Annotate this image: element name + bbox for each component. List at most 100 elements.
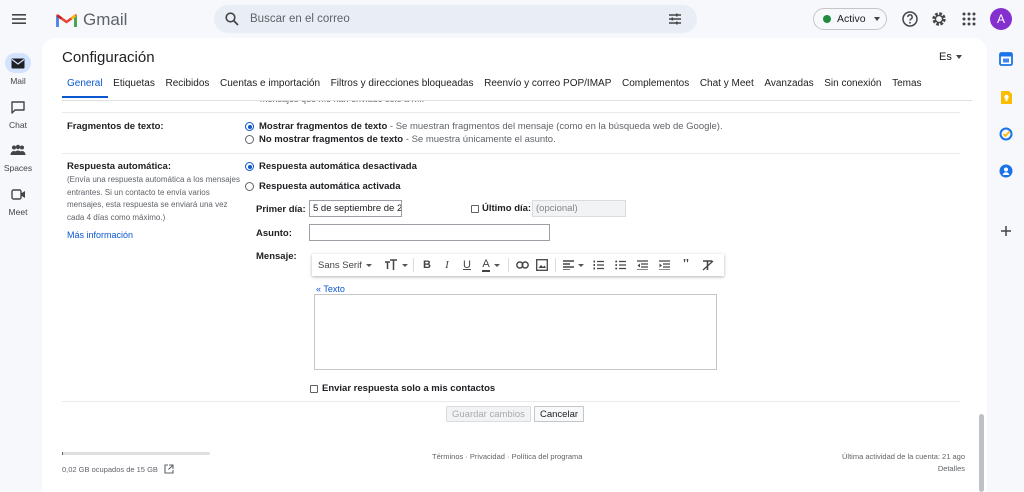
- bulleted-list-button[interactable]: [609, 254, 631, 276]
- italic-button[interactable]: I: [437, 254, 457, 276]
- autoreply-off-option[interactable]: Respuesta automática desactivada: [245, 161, 417, 172]
- tab-etiquetas[interactable]: Etiquetas: [108, 78, 160, 98]
- font-size-button[interactable]: [382, 254, 410, 276]
- snippets-hide-radio[interactable]: [245, 135, 254, 144]
- autoreply-on-option[interactable]: Respuesta automática activada: [245, 181, 401, 192]
- tasks-button[interactable]: [997, 125, 1015, 143]
- subject-label: Asunto:: [256, 228, 292, 239]
- tab-recibidos[interactable]: Recibidos: [160, 78, 215, 98]
- contacts-button[interactable]: [997, 162, 1015, 180]
- menu-icon: [12, 14, 26, 24]
- subject-input[interactable]: [309, 224, 550, 241]
- indent-more-icon: [658, 260, 670, 270]
- bold-button[interactable]: B: [417, 254, 437, 276]
- align-button[interactable]: [559, 254, 587, 276]
- contacts-icon: [999, 164, 1013, 178]
- footer-links[interactable]: Términos · Privacidad · Política del pro…: [432, 452, 582, 461]
- first-day-input[interactable]: 5 de septiembre de 2: [309, 200, 402, 217]
- app-name: Gmail: [83, 10, 128, 29]
- link-button[interactable]: [512, 254, 532, 276]
- indent-more-button[interactable]: [653, 254, 675, 276]
- storage-bar: [62, 452, 210, 455]
- rail-item-spaces[interactable]: Spaces: [0, 140, 36, 173]
- first-day-label: Primer día:: [256, 204, 306, 215]
- calendar-button[interactable]: [997, 50, 1015, 68]
- contacts-only-label: Enviar respuesta solo a mis contactos: [322, 383, 496, 394]
- contacts-only-checkbox[interactable]: [310, 384, 318, 393]
- tab-temas[interactable]: Temas: [887, 78, 927, 98]
- autoreply-on-radio[interactable]: [245, 182, 254, 191]
- meet-icon: [10, 188, 25, 200]
- avatar[interactable]: A: [990, 8, 1012, 30]
- last-day-option[interactable]: Último día:: [471, 203, 531, 214]
- tab-complementos[interactable]: Complementos: [617, 78, 695, 98]
- remove-formatting-button[interactable]: [697, 254, 719, 276]
- save-button[interactable]: Guardar cambios: [446, 406, 531, 422]
- search-icon[interactable]: [224, 11, 240, 27]
- search-bar[interactable]: [214, 5, 697, 33]
- last-day-checkbox[interactable]: [471, 204, 479, 213]
- scrollbar[interactable]: [979, 414, 984, 492]
- contacts-only-option[interactable]: Enviar respuesta solo a mis contactos: [310, 383, 495, 394]
- snippets-hide-label: No mostrar fragmentos de texto: [259, 134, 404, 145]
- details-link[interactable]: Detalles: [938, 464, 965, 473]
- language-selector[interactable]: Es: [939, 51, 962, 63]
- apps-grid-icon: [962, 12, 976, 26]
- open-external-icon[interactable]: [164, 464, 174, 474]
- numbered-list-button[interactable]: [587, 254, 609, 276]
- snippets-show-radio[interactable]: [245, 122, 254, 131]
- italic-icon: I: [445, 259, 449, 271]
- tab-avanzadas[interactable]: Avanzadas: [759, 78, 819, 98]
- image-button[interactable]: [532, 254, 552, 276]
- autoreply-help: (Envía una respuesta automática a los me…: [67, 174, 247, 224]
- plain-text-link[interactable]: « Texto: [316, 284, 345, 294]
- snippets-hide-desc: - Se muestra únicamente el asunto.: [403, 134, 556, 145]
- quote-icon: ": [682, 257, 690, 272]
- numbered-list-icon: [593, 260, 604, 270]
- message-editor[interactable]: [314, 294, 717, 370]
- font-family-select[interactable]: Sans Serif: [318, 254, 382, 276]
- underline-button[interactable]: U: [457, 254, 477, 276]
- rail-item-chat[interactable]: Chat: [0, 97, 36, 130]
- add-addon-button[interactable]: [997, 222, 1015, 240]
- menu-button[interactable]: [8, 8, 30, 30]
- tab-cuentas[interactable]: Cuentas e importación: [215, 78, 326, 98]
- cancel-button[interactable]: Cancelar: [534, 406, 585, 422]
- indent-less-button[interactable]: [631, 254, 653, 276]
- autoreply-on-label: Respuesta automática activada: [259, 181, 401, 192]
- snippets-hide-option[interactable]: No mostrar fragmentos de texto - Se mues…: [245, 134, 556, 145]
- tab-filtros[interactable]: Filtros y direcciones bloqueadas: [325, 78, 478, 98]
- apps-button[interactable]: [959, 9, 979, 29]
- image-icon: [536, 259, 548, 271]
- language-label: Es: [939, 51, 952, 63]
- rail-item-meet[interactable]: Meet: [0, 184, 36, 217]
- rail-item-mail[interactable]: Mail: [0, 53, 36, 86]
- section-divider: [62, 112, 960, 113]
- settings-button[interactable]: [929, 9, 949, 29]
- search-input[interactable]: [250, 9, 650, 29]
- tab-general[interactable]: General: [62, 78, 108, 98]
- keep-button[interactable]: [997, 88, 1015, 106]
- quote-button[interactable]: ": [675, 254, 697, 276]
- more-info-link[interactable]: Más información: [67, 230, 133, 240]
- snippets-show-option[interactable]: Mostrar fragmentos de texto - Se muestra…: [245, 121, 723, 132]
- last-day-input[interactable]: (opcional): [532, 200, 626, 217]
- help-button[interactable]: [900, 9, 920, 29]
- rail-label-chat: Chat: [9, 120, 27, 130]
- autoreply-off-radio[interactable]: [245, 162, 254, 171]
- autoreply-off-label: Respuesta automática desactivada: [259, 161, 417, 172]
- autoreply-help-line: entrantes. Si un contacto te envía vario…: [67, 187, 210, 197]
- gmail-logo[interactable]: Gmail: [56, 10, 127, 30]
- autoreply-help-line: cada 4 días como máximo.): [67, 212, 166, 222]
- tab-reenvio[interactable]: Reenvío y correo POP/IMAP: [479, 78, 617, 98]
- formatting-toolbar: Sans Serif B I U A ": [312, 254, 724, 276]
- keep-icon: [1000, 90, 1012, 104]
- tab-chat-meet[interactable]: Chat y Meet: [695, 78, 760, 98]
- text-color-button[interactable]: A: [477, 254, 505, 276]
- tabs-divider: [62, 100, 972, 101]
- status-selector[interactable]: Activo: [813, 8, 887, 30]
- font-size-icon: [385, 259, 397, 270]
- filter-options-icon[interactable]: [667, 11, 683, 27]
- tab-sin-conexion[interactable]: Sin conexión: [819, 78, 887, 98]
- mail-icon: [11, 58, 25, 68]
